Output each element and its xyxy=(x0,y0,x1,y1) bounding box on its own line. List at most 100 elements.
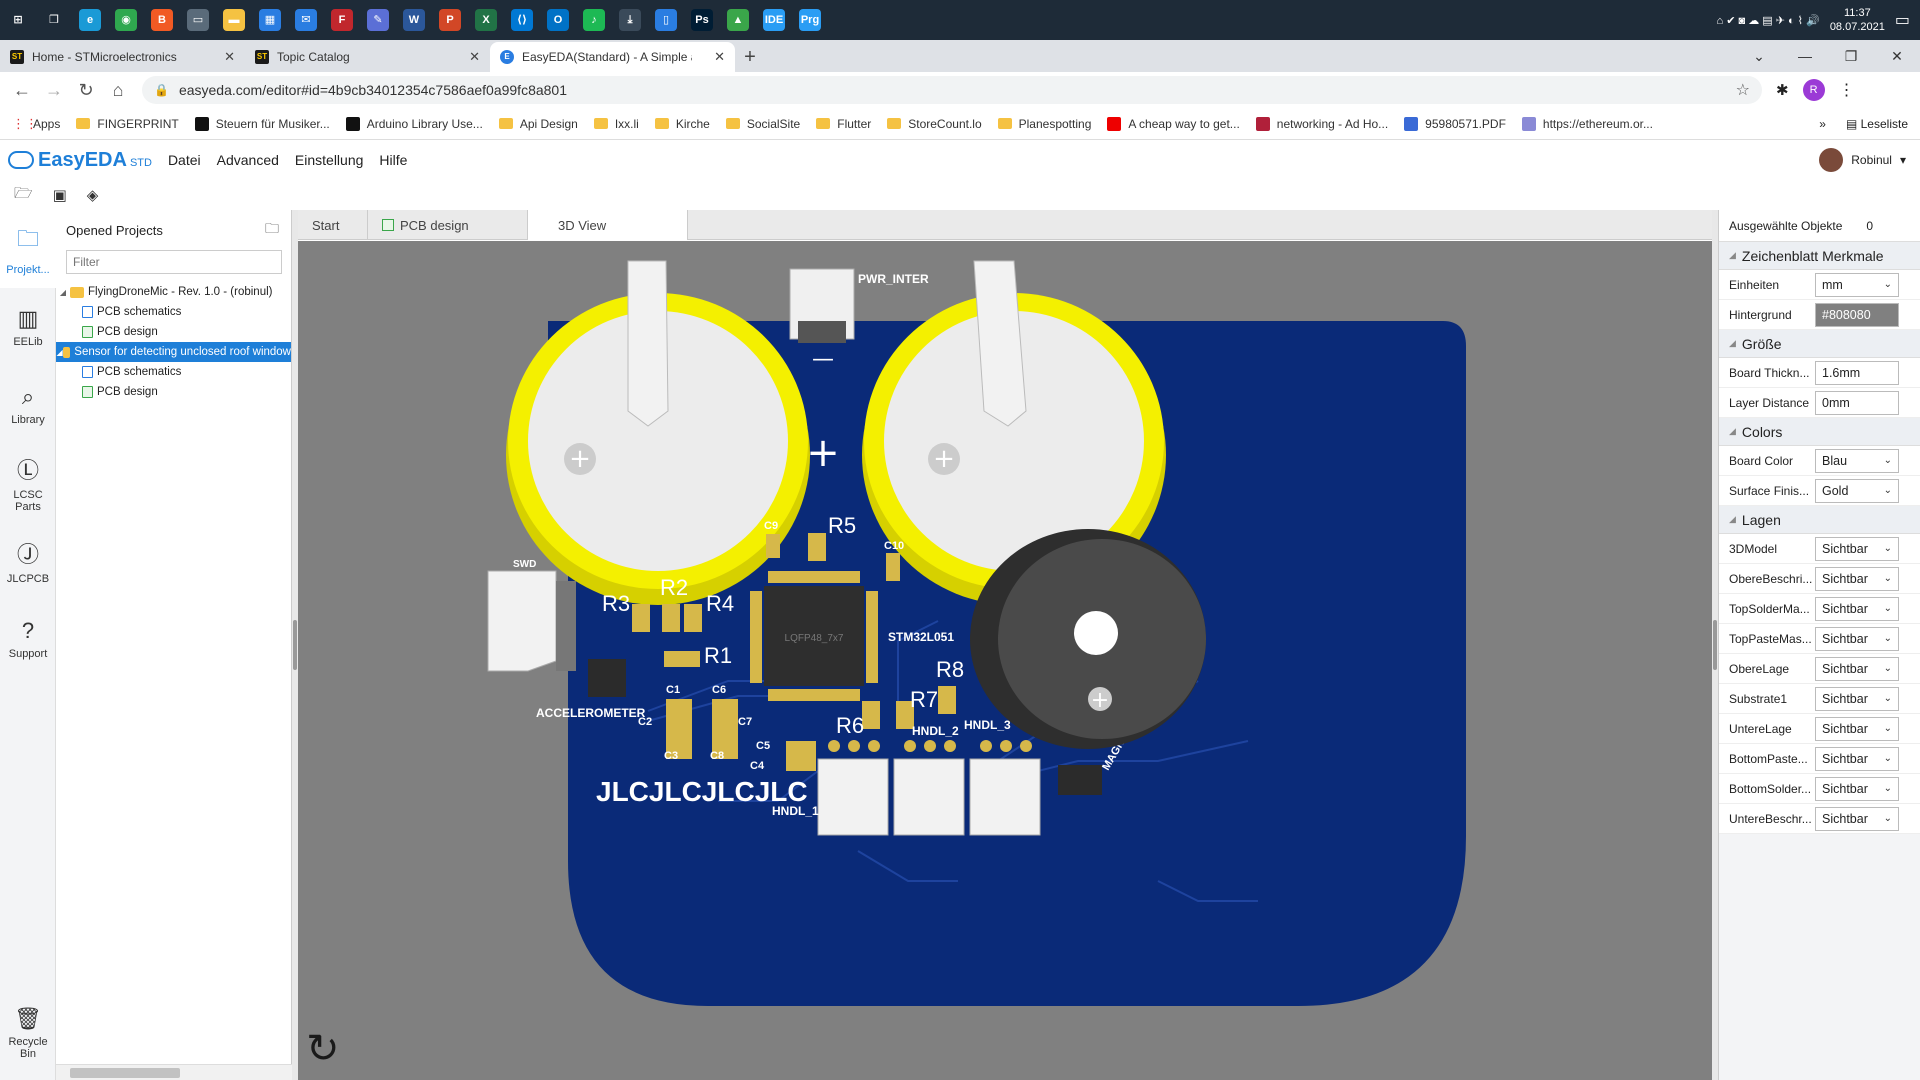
spotify-icon[interactable]: ♪ xyxy=(576,0,612,40)
browser-menu-icon[interactable]: ⋮ xyxy=(1839,80,1855,100)
mail-icon[interactable]: ✉ xyxy=(288,0,324,40)
property-input[interactable]: #808080 xyxy=(1815,302,1899,327)
tab-pcb-design[interactable]: PCB design xyxy=(368,210,528,240)
menu-einstellung[interactable]: Einstellung xyxy=(295,152,364,168)
photos-icon[interactable]: ▲ xyxy=(720,0,756,40)
close-window-button[interactable]: ✕ xyxy=(1874,48,1920,65)
bookmark-item[interactable]: Steuern für Musiker... xyxy=(194,116,330,131)
property-select[interactable]: Sichtbar ⌄ xyxy=(1815,716,1899,741)
bookmark-item[interactable]: https://ethereum.or... xyxy=(1521,116,1653,131)
menu-hilfe[interactable]: Hilfe xyxy=(379,152,407,168)
browser-tab-easyeda[interactable]: E EasyEDA(Standard) - A Simple and Power… xyxy=(490,42,735,72)
bookmark-item[interactable]: Kirche xyxy=(654,117,710,131)
tree-document[interactable]: PCB design xyxy=(56,322,291,342)
bookmark-item[interactable]: A cheap way to get... xyxy=(1107,116,1240,131)
bookmark-item[interactable]: Api Design xyxy=(498,117,578,131)
property-select[interactable]: Blau ⌄ xyxy=(1815,448,1899,473)
outlook-icon[interactable]: O xyxy=(540,0,576,40)
easyeda-logo[interactable]: EasyEDA STD xyxy=(8,149,152,172)
store-icon[interactable]: ▦ xyxy=(252,0,288,40)
excel-icon[interactable]: X xyxy=(468,0,504,40)
tab-search-icon[interactable]: ⌄ xyxy=(1736,48,1782,65)
property-input[interactable]: 0mm xyxy=(1815,390,1899,415)
property-select[interactable]: Sichtbar ⌄ xyxy=(1815,746,1899,771)
close-tab-icon[interactable]: ✕ xyxy=(714,49,725,65)
tree-project[interactable]: ◢ FlyingDroneMic - Rev. 1.0 - (robinul) xyxy=(56,282,291,302)
app-icon[interactable]: ✎ xyxy=(360,0,396,40)
bookmark-star-icon[interactable]: ☆ xyxy=(1736,80,1750,100)
ide-icon[interactable]: IDE xyxy=(756,0,792,40)
bookmark-item[interactable]: 95980571.PDF xyxy=(1404,116,1506,131)
layers-icon[interactable]: ◈ xyxy=(87,186,99,204)
url-bar[interactable]: 🔒 easyeda.com/editor#id=4b9cb34012354c75… xyxy=(142,76,1762,104)
tree-document[interactable]: PCB schematics xyxy=(56,302,291,322)
property-select[interactable]: mm ⌄ xyxy=(1815,272,1899,297)
powerpoint-icon[interactable]: P xyxy=(432,0,468,40)
tree-project[interactable]: ◢ Sensor for detecting unclosed roof wind… xyxy=(56,342,291,362)
download-icon[interactable]: ⤓ xyxy=(612,0,648,40)
menu-advanced[interactable]: Advanced xyxy=(217,152,279,168)
filezilla-icon[interactable]: F xyxy=(324,0,360,40)
3d-view-canvas[interactable]: + + PWR_INTER — + SWD ACCELEROMETER LQFP… xyxy=(298,241,1712,1080)
tree-document[interactable]: PCB schematics xyxy=(56,362,291,382)
property-select[interactable]: Sichtbar ⌄ xyxy=(1815,536,1899,561)
bookmark-item[interactable]: Planespotting xyxy=(997,117,1091,131)
property-select[interactable]: Sichtbar ⌄ xyxy=(1815,806,1899,831)
extensions-icon[interactable]: ✱ xyxy=(1776,81,1789,99)
word-icon[interactable]: W xyxy=(396,0,432,40)
bookmark-item[interactable]: ⋮⋮ Apps xyxy=(12,116,60,131)
project-filter-input[interactable] xyxy=(66,250,282,274)
prg-icon[interactable]: Prg xyxy=(792,0,828,40)
image-export-icon[interactable]: ▣ xyxy=(53,186,67,204)
browser-tab-topic-catalog[interactable]: ST Topic Catalog ✕ xyxy=(245,42,490,72)
expand-toggle-icon[interactable]: ◢ xyxy=(56,348,63,357)
property-select[interactable]: Sichtbar ⌄ xyxy=(1815,656,1899,681)
properties-section-header[interactable]: ◢ Größe xyxy=(1719,330,1920,358)
property-select[interactable]: Sichtbar ⌄ xyxy=(1815,596,1899,621)
tab-3d-view[interactable]: 3D View xyxy=(528,210,688,240)
sidebar-item-folder[interactable]: 🗀 Projekt... xyxy=(0,210,56,288)
bookmark-item[interactable]: SocialSite xyxy=(725,117,800,131)
photoshop-icon[interactable]: Ps xyxy=(684,0,720,40)
task-view-icon[interactable]: ❐ xyxy=(36,0,72,40)
reading-list-button[interactable]: ▤ Leseliste xyxy=(1846,117,1908,131)
properties-section-header[interactable]: ◢ Zeichenblatt Merkmale xyxy=(1719,242,1920,270)
new-tab-button[interactable]: + xyxy=(735,42,765,72)
tray-icons[interactable]: ⌂ ✔ ◙ ☁ ▤ ✈ ◐ ⌇ 🔊 xyxy=(1717,14,1820,27)
open-project-folder-icon[interactable]: 🗀 xyxy=(265,218,279,242)
back-button[interactable]: ← xyxy=(6,80,38,101)
browser-tab-stmicro[interactable]: ST Home - STMicroelectronics ✕ xyxy=(0,42,245,72)
reload-button[interactable]: ↻ xyxy=(70,80,102,101)
notifications-icon[interactable]: ▭ xyxy=(1895,10,1910,30)
properties-section-header[interactable]: ◢ Colors xyxy=(1719,418,1920,446)
forward-button[interactable]: → xyxy=(38,80,70,101)
bookmark-item[interactable]: StoreCount.lo xyxy=(887,117,982,131)
windows-start-icon[interactable]: ⊞ xyxy=(0,0,36,40)
edge-icon[interactable]: e xyxy=(72,0,108,40)
minimize-button[interactable]: — xyxy=(1782,48,1828,64)
more-bookmarks-icon[interactable]: » xyxy=(1819,117,1826,131)
lock-icon[interactable]: 🔒 xyxy=(154,83,169,97)
close-tab-icon[interactable]: ✕ xyxy=(469,49,480,65)
property-select[interactable]: Gold ⌄ xyxy=(1815,478,1899,503)
horizontal-scrollbar[interactable] xyxy=(56,1064,292,1080)
property-select[interactable]: Sichtbar ⌄ xyxy=(1815,566,1899,591)
open-folder-icon[interactable]: 🗁 xyxy=(14,183,33,208)
properties-section-header[interactable]: ◢ Lagen xyxy=(1719,506,1920,534)
sidebar-item-search[interactable]: ⌕ Library xyxy=(0,366,56,444)
sidebar-item-lcsc[interactable]: Ⓛ LCSC Parts xyxy=(0,444,56,522)
phone-icon[interactable]: ▯ xyxy=(648,0,684,40)
reset-view-icon[interactable]: ↻ xyxy=(306,1026,340,1072)
screen-icon[interactable]: ▭ xyxy=(180,0,216,40)
explorer-icon[interactable]: ▬ xyxy=(216,0,252,40)
sidebar-item-chip[interactable]: ▥ EELib xyxy=(0,288,56,366)
expand-toggle-icon[interactable]: ◢ xyxy=(56,288,70,297)
bookmark-item[interactable]: Ixx.li xyxy=(593,117,639,131)
brave-icon[interactable]: B xyxy=(144,0,180,40)
profile-avatar[interactable]: R xyxy=(1802,79,1825,101)
clock[interactable]: 11:37 08.07.2021 xyxy=(1830,6,1885,34)
property-select[interactable]: Sichtbar ⌄ xyxy=(1815,626,1899,651)
tree-document[interactable]: PCB design xyxy=(56,382,291,402)
property-input[interactable]: 1.6mm xyxy=(1815,360,1899,385)
vscode-icon[interactable]: ⟨⟩ xyxy=(504,0,540,40)
